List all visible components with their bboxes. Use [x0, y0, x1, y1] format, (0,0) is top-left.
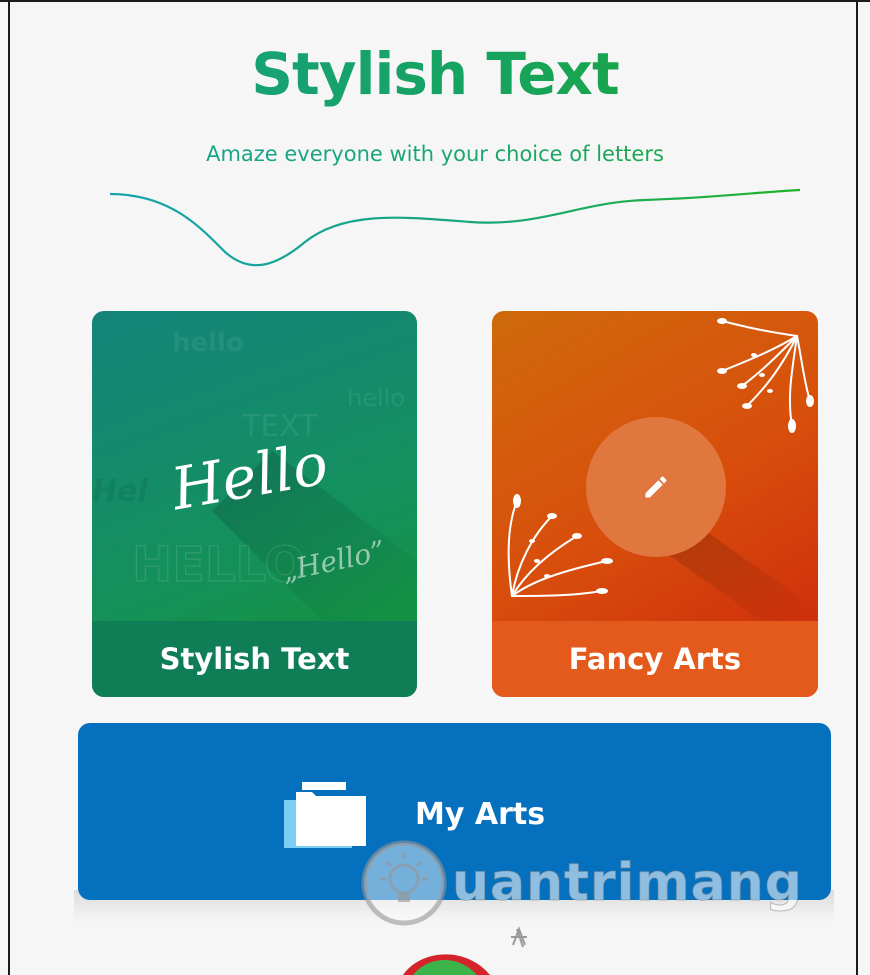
- fancy-arts-card-label: Fancy Arts: [492, 621, 818, 697]
- hello-lettering-art: hello hello TEXT Hel HELLO Hello „Hello”: [92, 328, 417, 621]
- watermark-text: uantrimang: [452, 853, 803, 914]
- fancy-arts-edit-circle: [586, 417, 726, 557]
- partial-bottom-icon: [403, 926, 527, 975]
- wave-divider: [109, 188, 801, 267]
- pencil-icon: [645, 476, 667, 498]
- folder-icon: [284, 782, 366, 848]
- lightbulb-icon: [361, 840, 447, 926]
- stylish-text-card-label: Stylish Text: [92, 621, 417, 697]
- app-subtitle: Amaze everyone with your choice of lette…: [0, 142, 870, 166]
- window-top-border: [0, 0, 870, 2]
- svg-text:hello: hello: [172, 328, 244, 358]
- svg-text:hello: hello: [347, 384, 405, 412]
- stylish-text-card[interactable]: hello hello TEXT Hel HELLO Hello „Hello”…: [92, 311, 417, 697]
- app-title: Stylish Text: [0, 40, 870, 108]
- svg-text:Hel: Hel: [92, 474, 148, 509]
- fancy-arts-card[interactable]: Fancy Arts: [492, 311, 818, 697]
- svg-text:HELLO: HELLO: [132, 537, 305, 593]
- my-arts-label: My Arts: [415, 797, 546, 832]
